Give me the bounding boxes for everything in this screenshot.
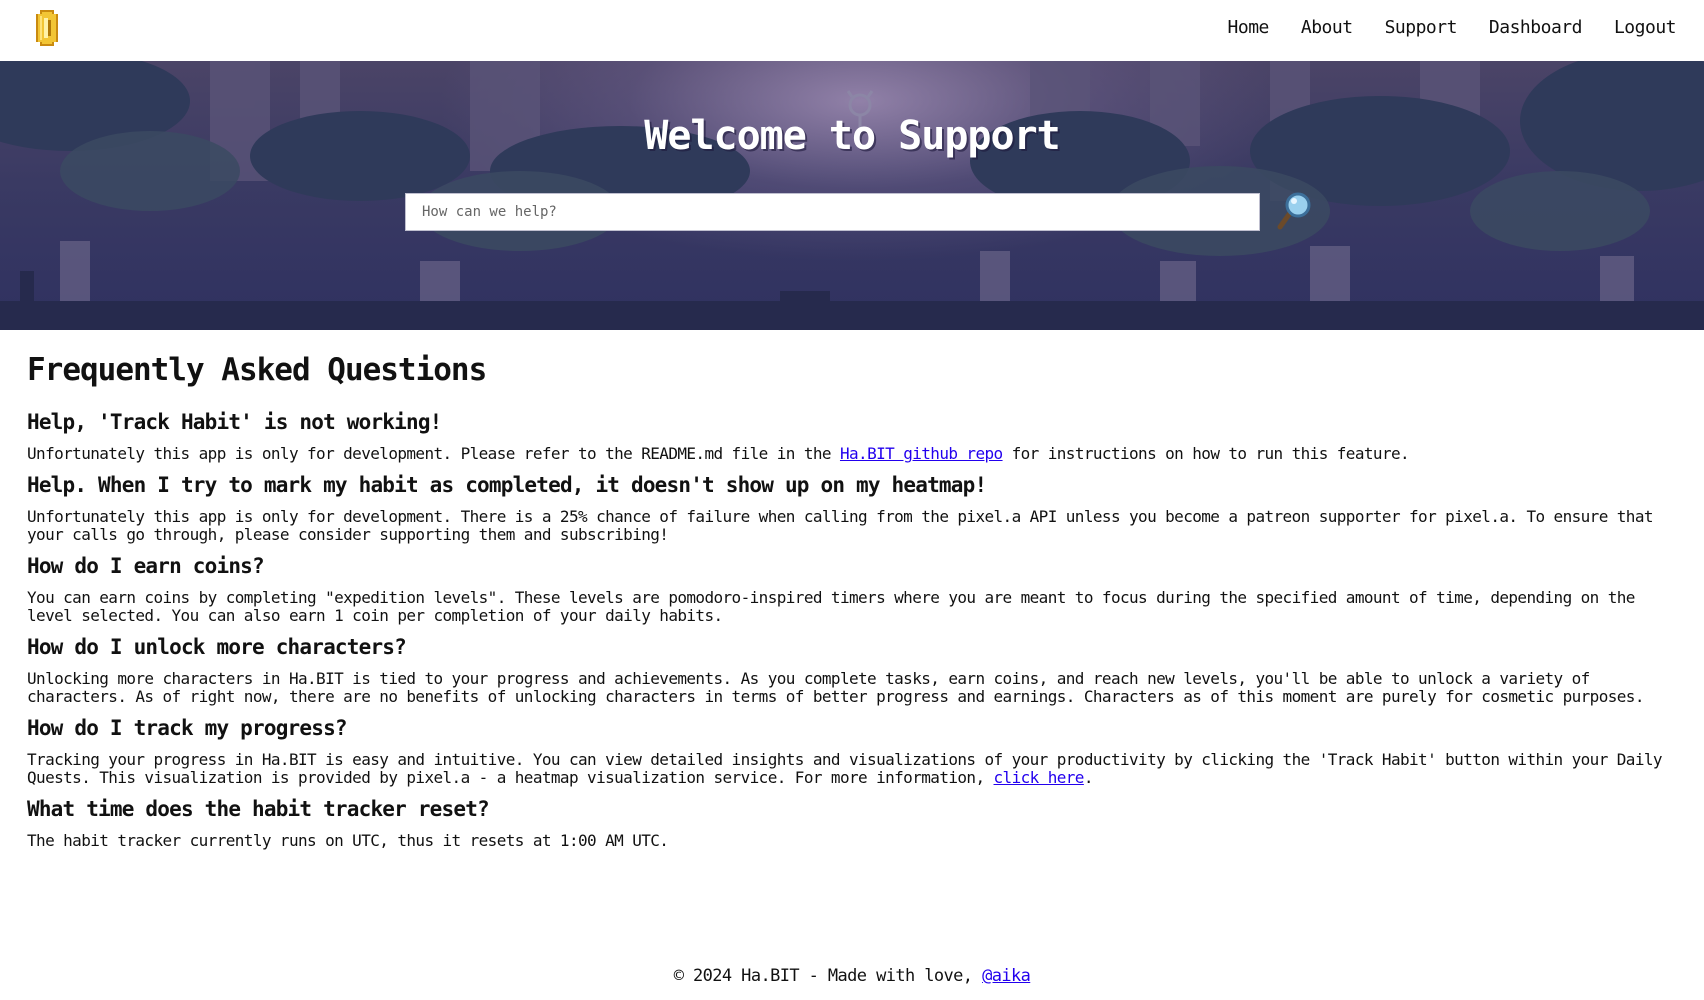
nav-support[interactable]: Support xyxy=(1385,17,1458,38)
navbar: Home About Support Dashboard Logout xyxy=(0,0,1704,61)
faq-title: Frequently Asked Questions xyxy=(27,352,487,388)
nav-logout[interactable]: Logout xyxy=(1614,17,1677,38)
faq-answer: Tracking your progress in Ha.BIT is easy… xyxy=(27,751,1677,787)
faq-question: Help. When I try to mark my habit as com… xyxy=(27,473,987,497)
author-link[interactable]: @aika xyxy=(982,966,1031,986)
faq-question: How do I earn coins? xyxy=(27,554,265,578)
faq-answer-text: Tracking your progress in Ha.BIT is easy… xyxy=(27,750,1663,787)
search-button[interactable] xyxy=(1276,191,1314,231)
faq-answer: You can earn coins by completing "expedi… xyxy=(27,588,1635,625)
faq-question: Help, 'Track Habit' is not working! xyxy=(27,410,442,434)
magnifying-glass-icon xyxy=(1277,192,1311,230)
nav-home[interactable]: Home xyxy=(1228,17,1270,38)
faq-answer: Unfortunately this app is only for devel… xyxy=(27,445,1677,463)
faq-answer: Unfortunately this app is only for devel… xyxy=(27,507,1654,544)
github-repo-link[interactable]: Ha.BIT github repo xyxy=(840,444,1003,463)
nav-dashboard[interactable]: Dashboard xyxy=(1489,17,1583,38)
faq-answer-text: . xyxy=(1083,768,1094,787)
faq-question: What time does the habit tracker reset? xyxy=(27,797,490,821)
footer: © 2024 Ha.BIT - Made with love, @aika xyxy=(0,966,1704,986)
faq-answer-text: for instructions on how to run this feat… xyxy=(1002,444,1410,463)
faq-item: How do I track my progress? Tracking you… xyxy=(27,716,1677,787)
faq-item: Help, 'Track Habit' is not working! Unfo… xyxy=(27,410,1677,463)
nav-about[interactable]: About xyxy=(1301,17,1353,38)
click-here-link[interactable]: click here xyxy=(994,768,1085,787)
nav-links: Home About Support Dashboard Logout xyxy=(1196,0,1677,54)
search-input[interactable] xyxy=(405,193,1260,231)
faq-item: Help. When I try to mark my habit as com… xyxy=(27,473,1677,544)
faq-item: What time does the habit tracker reset? … xyxy=(27,797,1677,850)
faq-answer: The habit tracker currently runs on UTC,… xyxy=(27,831,669,850)
faq-answer-text: Unfortunately this app is only for devel… xyxy=(27,444,840,463)
footer-text: © 2024 Ha.BIT - Made with love, xyxy=(673,966,983,986)
faq-question: How do I track my progress? xyxy=(27,716,348,740)
hero-banner: Welcome to Support xyxy=(0,61,1704,330)
faq-question: How do I unlock more characters? xyxy=(27,635,407,659)
faq-item: How do I earn coins? You can earn coins … xyxy=(27,554,1677,625)
faq-item: How do I unlock more characters? Unlocki… xyxy=(27,635,1677,706)
faq-answer: Unlocking more characters in Ha.BIT is t… xyxy=(27,669,1644,706)
faq-section: Frequently Asked Questions Help, 'Track … xyxy=(27,352,1677,860)
hero-title: Welcome to Support xyxy=(644,113,1060,159)
gold-coin-icon[interactable] xyxy=(34,8,60,48)
